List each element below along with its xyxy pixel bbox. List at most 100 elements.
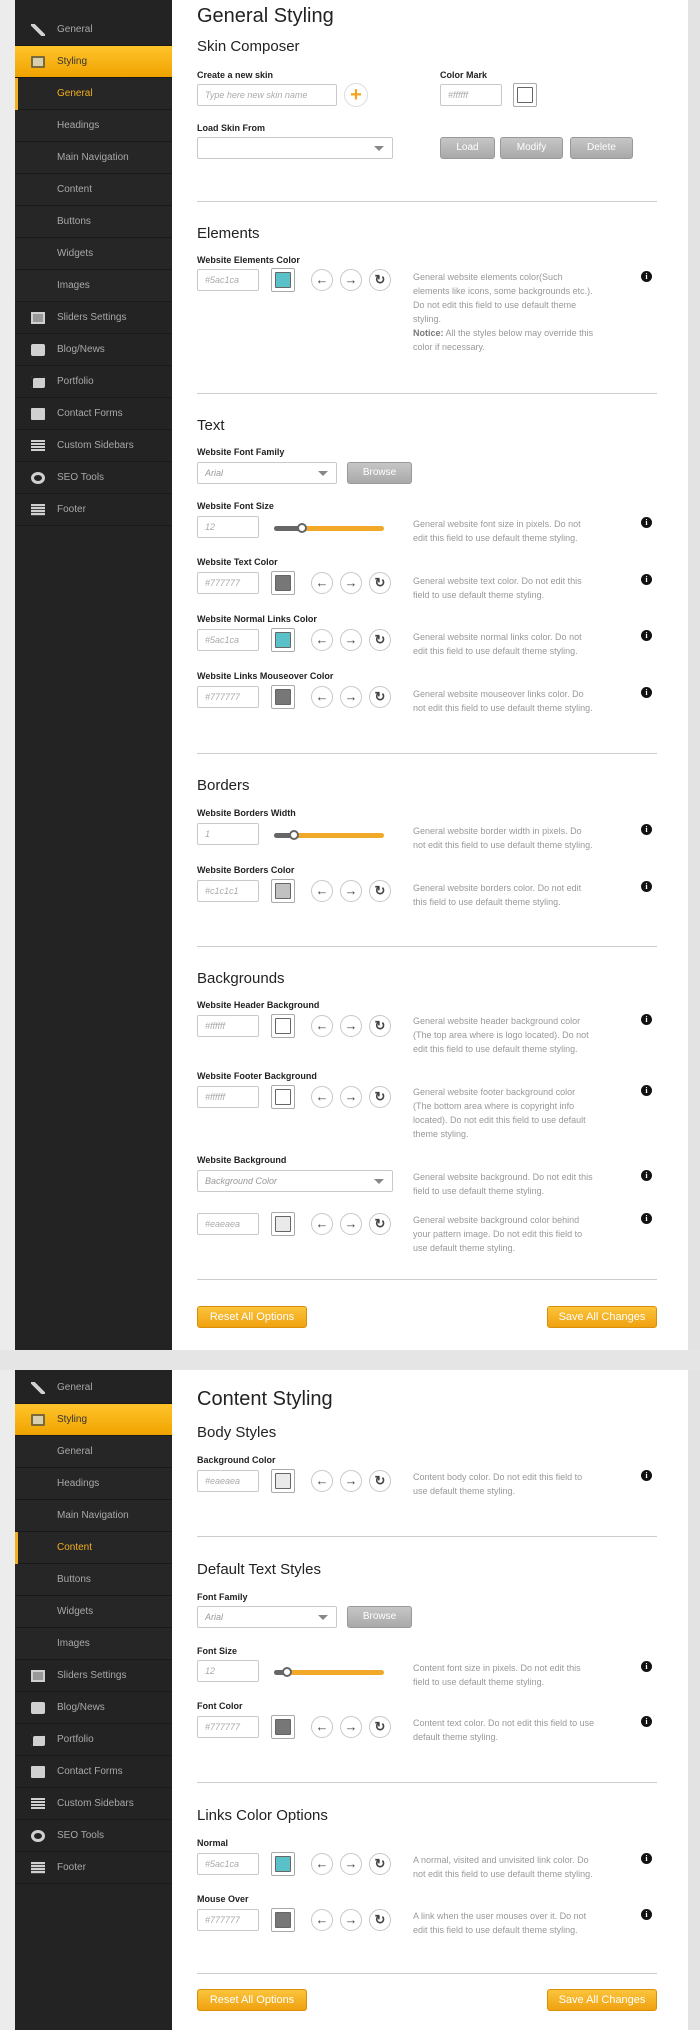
website-bg-select[interactable]: Background Color (197, 1170, 393, 1192)
elements-color-input[interactable]: #5ac1ca (197, 269, 259, 291)
undo-button[interactable]: ← (311, 1716, 333, 1738)
undo-button[interactable]: ← (311, 880, 333, 902)
footer-bg-swatch[interactable] (271, 1085, 295, 1109)
font-family-select[interactable]: Arial (197, 1606, 337, 1628)
info-icon[interactable]: i (641, 1085, 652, 1096)
sidebar-item-seo-tools[interactable]: SEO Tools (15, 1820, 172, 1852)
borders-color-input[interactable]: #c1c1c1 (197, 880, 259, 902)
undo-button[interactable]: ← (311, 1470, 333, 1492)
undo-button[interactable]: ← (311, 1015, 333, 1037)
text-color-input[interactable]: #777777 (197, 572, 259, 594)
info-icon[interactable]: i (641, 1170, 652, 1181)
info-icon[interactable]: i (641, 1716, 652, 1727)
mouse-over-input[interactable]: #777777 (197, 1909, 259, 1931)
undo-button[interactable]: ← (311, 1909, 333, 1931)
font-size-input[interactable]: 12 (197, 1660, 259, 1682)
sidebar-item-styling[interactable]: Styling (15, 1404, 172, 1436)
sidebar-item-blog-news[interactable]: Blog/News (15, 1692, 172, 1724)
sidebar-sub-content[interactable]: Content (15, 1532, 172, 1564)
links-color-input[interactable]: #5ac1ca (197, 629, 259, 651)
sidebar-sub-widgets[interactable]: Widgets (15, 1596, 172, 1628)
slider-handle[interactable] (282, 1667, 293, 1677)
pattern-bg-input[interactable]: #eaeaea (197, 1213, 259, 1235)
reset-color-button[interactable]: ↻ (369, 1086, 391, 1108)
info-icon[interactable]: i (641, 881, 652, 892)
sidebar-item-general[interactable]: General (15, 1372, 172, 1404)
sidebar-item-footer[interactable]: Footer (15, 1852, 172, 1884)
redo-button[interactable]: → (340, 572, 362, 594)
redo-button[interactable]: → (340, 1015, 362, 1037)
sidebar-item-seo-tools[interactable]: SEO Tools (15, 462, 172, 494)
sidebar-item-contact-forms[interactable]: Contact Forms (15, 1756, 172, 1788)
save-all-button[interactable]: Save All Changes (547, 1989, 657, 2011)
slider-handle[interactable] (288, 830, 299, 840)
sidebar-item-footer[interactable]: Footer (15, 494, 172, 526)
delete-button[interactable]: Delete (570, 137, 633, 159)
info-icon[interactable]: i (641, 1661, 652, 1672)
mouse-over-swatch[interactable] (271, 1908, 295, 1932)
sidebar-item-portfolio[interactable]: Portfolio (15, 366, 172, 398)
undo-button[interactable]: ← (311, 1213, 333, 1235)
sidebar-sub-content[interactable]: Content (15, 174, 172, 206)
browse-fonts-button[interactable]: Browse (347, 1606, 412, 1628)
undo-button[interactable]: ← (311, 629, 333, 651)
save-all-button[interactable]: Save All Changes (547, 1306, 657, 1328)
info-icon[interactable]: i (641, 574, 652, 585)
reset-color-button[interactable]: ↻ (369, 1716, 391, 1738)
info-icon[interactable]: i (641, 630, 652, 641)
sidebar-item-sliders-settings[interactable]: Sliders Settings (15, 302, 172, 334)
body-bg-swatch[interactable] (271, 1469, 295, 1493)
reset-color-button[interactable]: ↻ (369, 880, 391, 902)
reset-all-button[interactable]: Reset All Options (197, 1306, 307, 1328)
info-icon[interactable]: i (641, 824, 652, 835)
sidebar-sub-images[interactable]: Images (15, 1628, 172, 1660)
sidebar-sub-general[interactable]: General (15, 1436, 172, 1468)
reset-color-button[interactable]: ↻ (369, 1470, 391, 1492)
font-size-slider[interactable] (274, 1667, 384, 1677)
sidebar-item-sliders-settings[interactable]: Sliders Settings (15, 1660, 172, 1692)
info-icon[interactable]: i (641, 687, 652, 698)
undo-button[interactable]: ← (311, 572, 333, 594)
redo-button[interactable]: → (340, 880, 362, 902)
reset-color-button[interactable]: ↻ (369, 1213, 391, 1235)
font-family-select[interactable]: Arial (197, 462, 337, 484)
borders-width-slider[interactable] (274, 830, 384, 840)
add-skin-button[interactable]: + (344, 83, 368, 107)
sidebar-sub-widgets[interactable]: Widgets (15, 238, 172, 270)
reset-color-button[interactable]: ↻ (369, 269, 391, 291)
reset-color-button[interactable]: ↻ (369, 629, 391, 651)
load-skin-select[interactable] (197, 137, 393, 159)
reset-all-button[interactable]: Reset All Options (197, 1989, 307, 2011)
new-skin-input[interactable]: Type here new skin name (197, 84, 337, 106)
undo-button[interactable]: ← (311, 686, 333, 708)
redo-button[interactable]: → (340, 269, 362, 291)
sidebar-sub-images[interactable]: Images (15, 270, 172, 302)
header-bg-swatch[interactable] (271, 1014, 295, 1038)
sidebar-sub-buttons[interactable]: Buttons (15, 1564, 172, 1596)
sidebar-item-general[interactable]: General (15, 14, 172, 46)
redo-button[interactable]: → (340, 629, 362, 651)
hover-color-swatch[interactable] (271, 685, 295, 709)
load-button[interactable]: Load (440, 137, 495, 159)
elements-color-swatch[interactable] (271, 268, 295, 292)
sidebar-item-contact-forms[interactable]: Contact Forms (15, 398, 172, 430)
font-size-input[interactable]: 12 (197, 516, 259, 538)
redo-button[interactable]: → (340, 1853, 362, 1875)
info-icon[interactable]: i (641, 1909, 652, 1920)
redo-button[interactable]: → (340, 1470, 362, 1492)
text-color-swatch[interactable] (271, 571, 295, 595)
sidebar-sub-main-navigation[interactable]: Main Navigation (15, 142, 172, 174)
modify-button[interactable]: Modify (500, 137, 563, 159)
borders-width-input[interactable]: 1 (197, 823, 259, 845)
redo-button[interactable]: → (340, 1909, 362, 1931)
reset-color-button[interactable]: ↻ (369, 572, 391, 594)
normal-link-swatch[interactable] (271, 1852, 295, 1876)
font-size-slider[interactable] (274, 523, 384, 533)
color-mark-input[interactable]: #ffffff (440, 84, 502, 106)
redo-button[interactable]: → (340, 1716, 362, 1738)
reset-color-button[interactable]: ↻ (369, 1015, 391, 1037)
browse-fonts-button[interactable]: Browse (347, 462, 412, 484)
normal-link-input[interactable]: #5ac1ca (197, 1853, 259, 1875)
borders-color-swatch[interactable] (271, 879, 295, 903)
reset-color-button[interactable]: ↻ (369, 686, 391, 708)
